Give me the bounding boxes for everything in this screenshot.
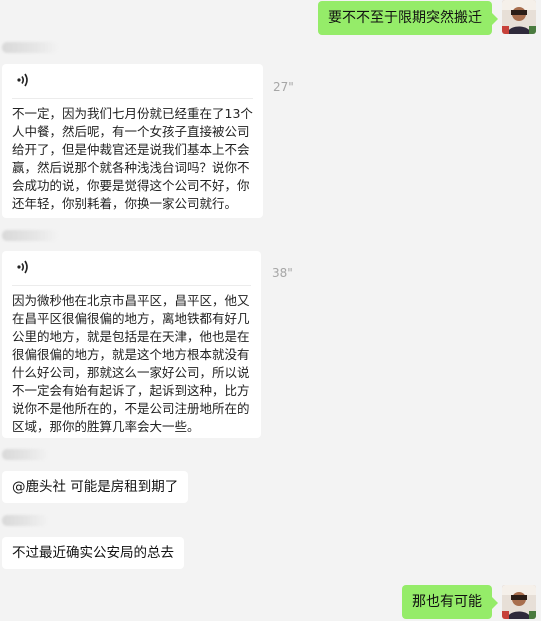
outgoing-message-bubble[interactable]: 那也有可能 xyxy=(402,585,498,619)
sender-name-blurred xyxy=(2,449,48,460)
voice-wave-icon xyxy=(17,73,28,87)
incoming-voice-message[interactable]: 不一定，因为我们七月份就已经重在了13个人中餐，然后呢，有一个女孩子直接被公司给… xyxy=(2,64,263,218)
voice-player[interactable] xyxy=(12,64,253,99)
voice-wave-icon xyxy=(17,260,28,274)
avatar-image xyxy=(502,0,536,34)
message-text: 要不不至于限期突然搬迁 xyxy=(328,10,482,26)
message-text: 不过最近确实公安局的总去 xyxy=(12,545,174,561)
message-text: @鹿头社 可能是房租到期了 xyxy=(12,479,179,495)
voice-duration: 38" xyxy=(272,266,293,280)
avatar-image xyxy=(502,585,536,619)
incoming-message-bubble[interactable]: @鹿头社 可能是房租到期了 xyxy=(2,471,189,503)
incoming-message-bubble[interactable]: 不过最近确实公安局的总去 xyxy=(2,537,184,569)
sender-name-blurred xyxy=(2,42,58,53)
sender-name-blurred xyxy=(2,515,48,526)
outgoing-message-bubble[interactable]: 要不不至于限期突然搬迁 xyxy=(318,1,498,35)
incoming-voice-message[interactable]: 因为微秒他在北京市昌平区，昌平区，他又在昌平区很偏很偏的地方，离地铁都有好几公里… xyxy=(2,251,261,438)
message-text: 那也有可能 xyxy=(412,594,482,610)
voice-transcript: 因为微秒他在北京市昌平区，昌平区，他又在昌平区很偏很偏的地方，离地铁都有好几公里… xyxy=(12,293,250,434)
self-avatar[interactable] xyxy=(502,0,536,34)
voice-transcript: 不一定，因为我们七月份就已经重在了13个人中餐，然后呢，有一个女孩子直接被公司给… xyxy=(12,106,253,211)
chat-window: 要不不至于限期突然搬迁 不一定，因为我们七月份就已经重在了13个人中餐，然后呢，… xyxy=(0,0,541,621)
sender-name-blurred xyxy=(2,230,58,241)
voice-player[interactable] xyxy=(12,251,251,286)
voice-duration: 27" xyxy=(273,80,294,94)
self-avatar[interactable] xyxy=(502,585,536,619)
